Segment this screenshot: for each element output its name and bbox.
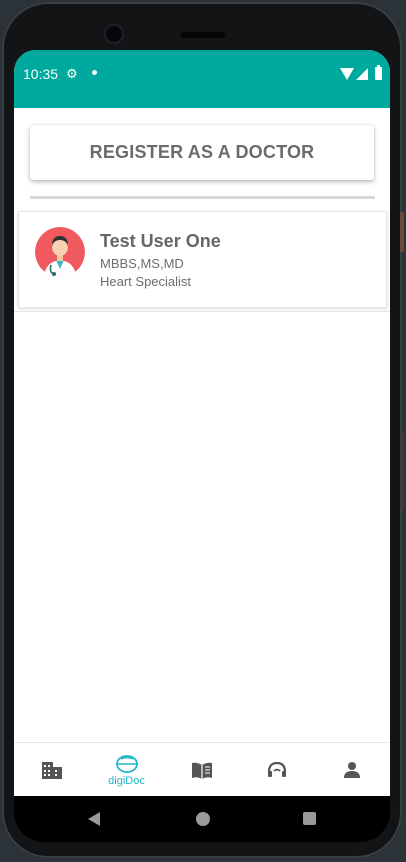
- notification-dot-icon: [92, 70, 97, 75]
- wifi-icon: [340, 68, 354, 80]
- settings-gear-icon: ⚙: [66, 66, 78, 81]
- cell-signal-icon: [356, 68, 368, 80]
- divider: [30, 196, 375, 199]
- book-icon: [191, 762, 212, 779]
- status-bar: 10:35 ⚙: [14, 50, 390, 108]
- app-screen: 10:35 ⚙ REGISTER AS A DOCTOR Test User O…: [14, 50, 390, 796]
- nav-profile[interactable]: [314, 743, 389, 796]
- nav-hospitals[interactable]: [14, 743, 89, 796]
- doctor-list-item[interactable]: Test User One MBBS,MS,MD Heart Specialis…: [18, 211, 387, 308]
- nav-library[interactable]: [164, 743, 239, 796]
- doctor-name: Test User One: [100, 231, 221, 251]
- bottom-navigation: digiDoc: [14, 742, 390, 796]
- recent-apps-icon[interactable]: [303, 812, 316, 825]
- hospital-building-icon: [41, 761, 62, 779]
- power-button: [400, 212, 404, 252]
- nav-label: digiDoc: [108, 774, 145, 787]
- status-time: 10:35: [23, 66, 59, 82]
- earpiece-speaker: [180, 32, 226, 38]
- nav-digidoc[interactable]: digiDoc: [89, 743, 164, 796]
- system-navigation-bar: [14, 796, 390, 842]
- battery-icon: [375, 65, 382, 80]
- doctor-specialty: Heart Specialist: [100, 274, 192, 289]
- list-divider: [14, 311, 390, 312]
- nav-support[interactable]: [239, 743, 314, 796]
- doctor-degree: MBBS,MS,MD: [100, 256, 184, 271]
- digidoc-icon: [115, 754, 138, 773]
- back-icon[interactable]: [88, 812, 100, 826]
- home-icon[interactable]: [196, 812, 210, 826]
- doctor-avatar: [35, 227, 85, 277]
- front-camera: [106, 26, 122, 42]
- volume-button: [400, 430, 404, 510]
- support-headset-icon: [267, 761, 286, 777]
- person-icon: [343, 761, 360, 778]
- register-as-doctor-button[interactable]: REGISTER AS A DOCTOR: [30, 125, 374, 180]
